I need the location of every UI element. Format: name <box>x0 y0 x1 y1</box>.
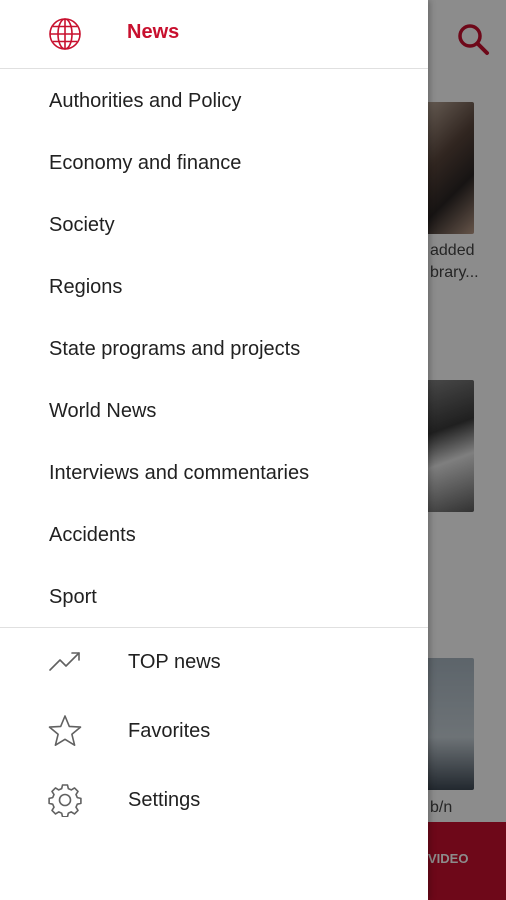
settings-item[interactable]: Settings <box>0 769 428 831</box>
category-item-economy-and-finance[interactable]: Economy and finance <box>0 132 428 194</box>
favorites-label: Favorites <box>128 719 211 742</box>
trending-up-icon <box>49 652 80 671</box>
top-news-label: TOP news <box>128 650 221 673</box>
category-item-authorities-and-policy[interactable]: Authorities and Policy <box>0 70 428 132</box>
category-item-society[interactable]: Society <box>0 194 428 256</box>
category-item-accidents[interactable]: Accidents <box>0 504 428 566</box>
divider <box>0 627 428 628</box>
navigation-drawer: News Authorities and Policy Economy and … <box>0 0 428 900</box>
drawer-header[interactable]: News <box>0 0 428 69</box>
category-list: Authorities and Policy Economy and finan… <box>0 70 428 628</box>
drawer-title: News <box>127 21 180 43</box>
category-item-regions[interactable]: Regions <box>0 256 428 318</box>
top-news-item[interactable]: TOP news <box>0 631 428 693</box>
category-item-state-programs[interactable]: State programs and projects <box>0 318 428 380</box>
settings-label: Settings <box>128 788 201 811</box>
star-icon <box>48 715 82 747</box>
category-item-interviews[interactable]: Interviews and commentaries <box>0 442 428 504</box>
favorites-item[interactable]: Favorites <box>0 700 428 762</box>
globe-icon <box>49 18 81 50</box>
category-item-sport[interactable]: Sport <box>0 566 428 628</box>
category-item-world-news[interactable]: World News <box>0 380 428 442</box>
gear-icon <box>48 784 82 817</box>
